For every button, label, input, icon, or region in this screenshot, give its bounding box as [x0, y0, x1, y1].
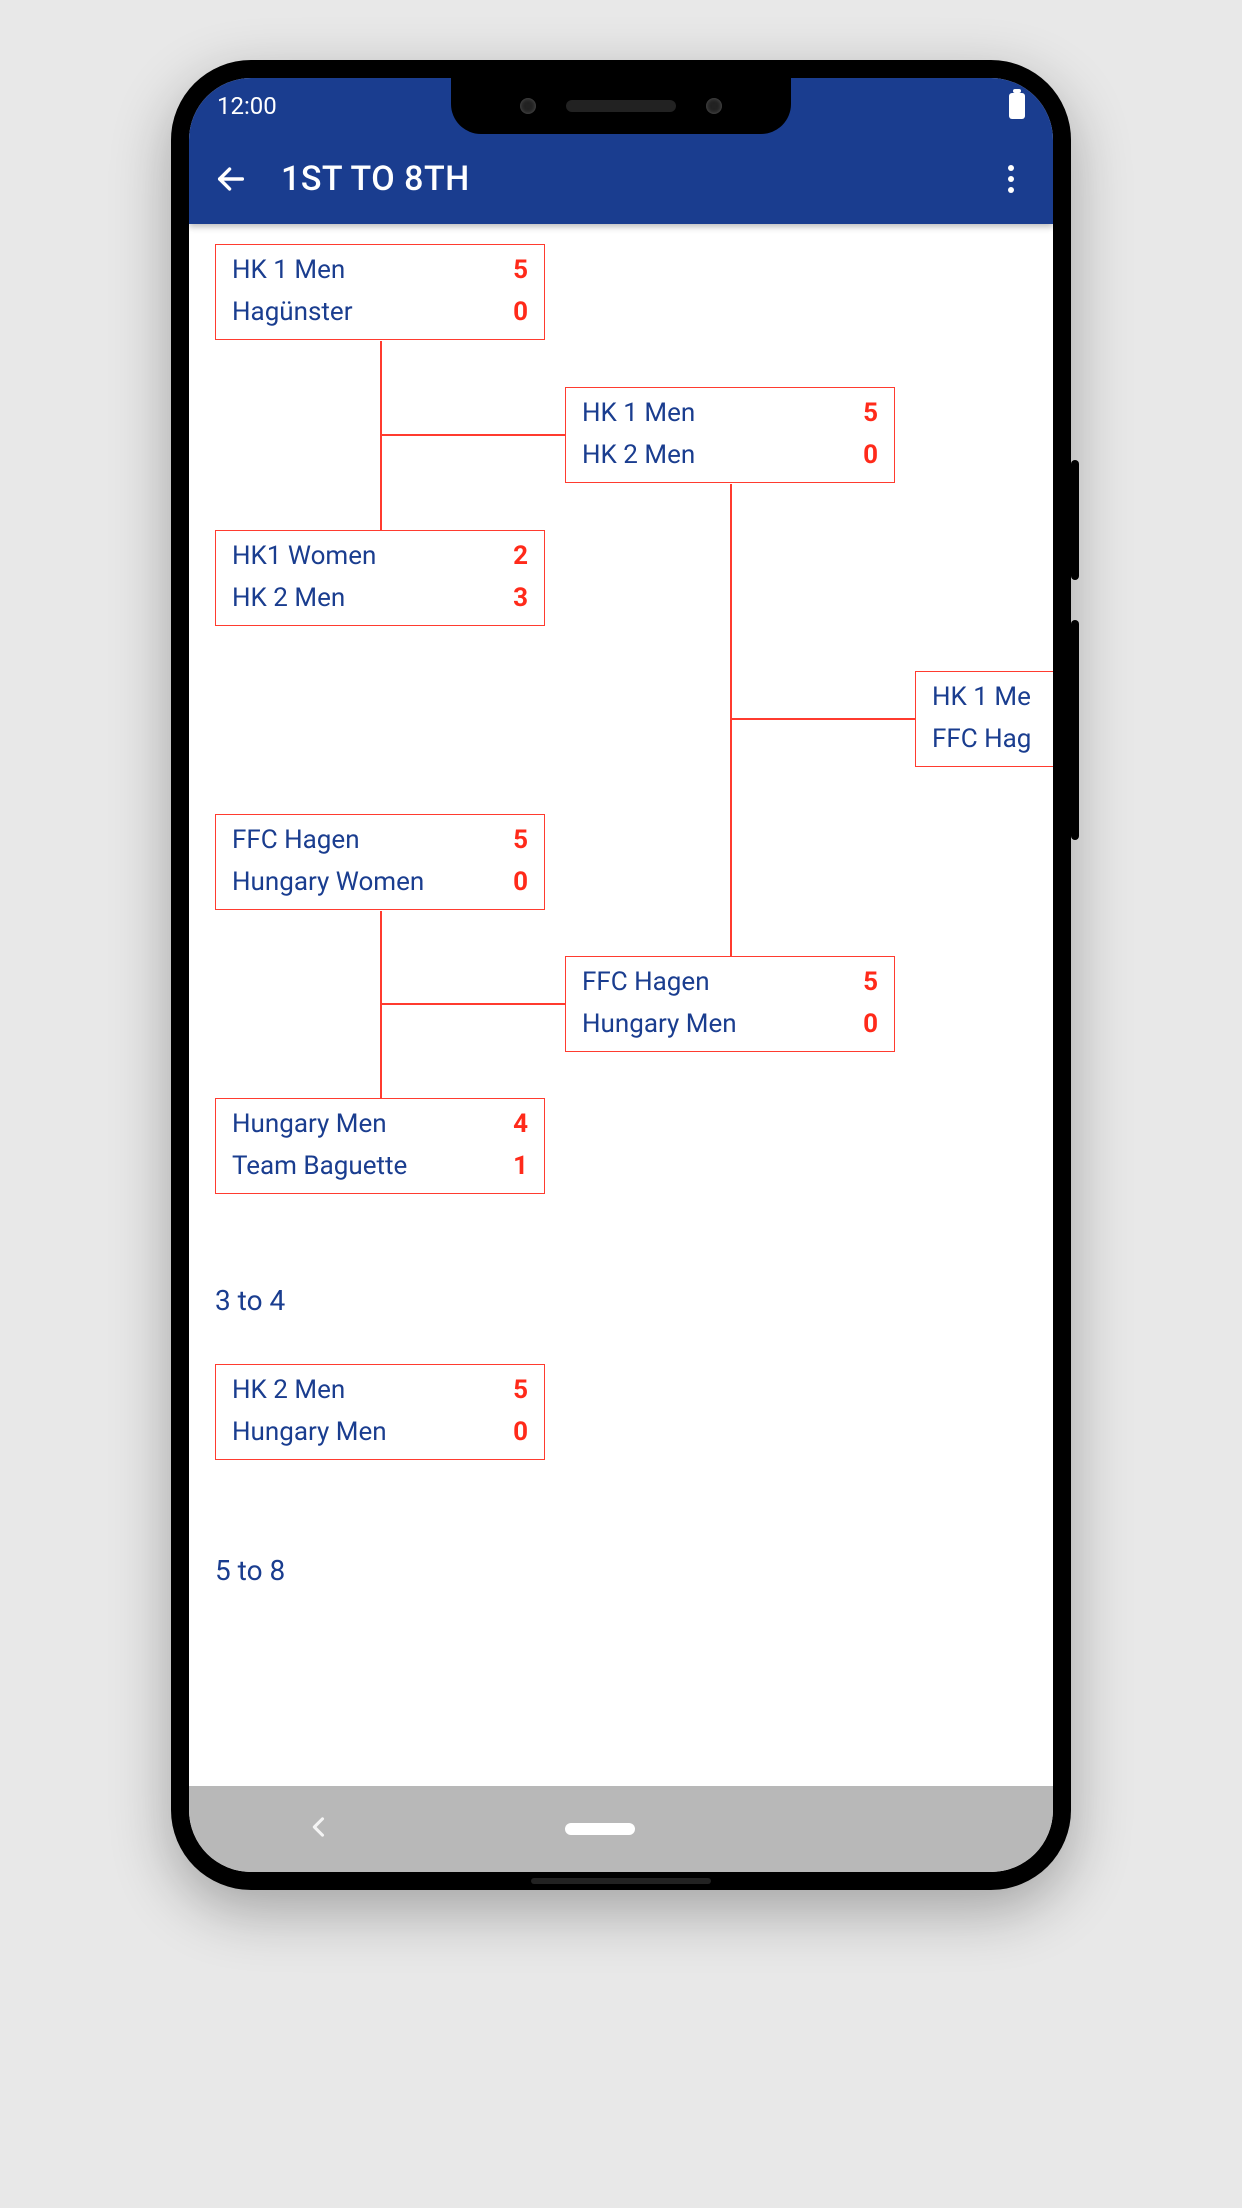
team-name: HK 1 Men [232, 255, 345, 285]
section-label-5to8: 5 to 8 [215, 1554, 285, 1587]
score: 5 [513, 255, 528, 285]
score: 0 [513, 297, 528, 327]
team-name: Hungary Women [232, 867, 424, 897]
score: 5 [863, 967, 878, 997]
bracket-connector [730, 718, 915, 720]
score: 3 [513, 583, 528, 613]
match-qf3[interactable]: FFC Hagen 5 Hungary Women 0 [215, 814, 545, 910]
arrow-left-icon [214, 162, 248, 196]
team-name: FFC Hagen [232, 825, 360, 855]
team-name: Team Baguette [232, 1151, 407, 1181]
match-final[interactable]: HK 1 Me FFC Hag [915, 671, 1053, 767]
camera-dot [520, 98, 536, 114]
team-name: HK 2 Men [582, 440, 695, 470]
team-name: Hungary Men [232, 1417, 387, 1447]
team-name: HK 2 Men [232, 1375, 345, 1405]
bracket-connector [380, 436, 382, 530]
page-title: 1ST TO 8TH [281, 159, 470, 199]
side-button [1071, 620, 1079, 840]
team-name: FFC Hag [932, 724, 1031, 754]
match-qf1[interactable]: HK 1 Men 5 Hagünster 0 [215, 244, 545, 340]
side-button [1071, 460, 1079, 580]
match-3rd-place[interactable]: HK 2 Men 5 Hungary Men 0 [215, 1364, 545, 1460]
bracket-connector [380, 1003, 565, 1005]
score: 0 [863, 440, 878, 470]
app-bar: 1ST TO 8TH [189, 134, 1053, 224]
team-name: HK1 Women [232, 541, 376, 571]
display-notch [451, 78, 791, 134]
bracket-scroll[interactable]: HK 1 Men 5 Hagünster 0 HK1 Women 2 HK 2 Men… [189, 224, 1053, 1786]
screen: 12:00 1ST TO 8TH HK 1 Men 5 Hagünster 0 [189, 78, 1053, 1872]
back-button[interactable] [209, 157, 253, 201]
bracket-connector [730, 720, 732, 956]
match-qf2[interactable]: HK1 Women 2 HK 2 Men 3 [215, 530, 545, 626]
score: 1 [513, 1151, 528, 1181]
bracket-area: HK 1 Men 5 Hagünster 0 HK1 Women 2 HK 2 Men… [189, 224, 1053, 1786]
nav-home-pill[interactable] [565, 1823, 635, 1835]
score: 5 [513, 825, 528, 855]
bracket-connector [380, 341, 382, 436]
match-sf1[interactable]: HK 1 Men 5 HK 2 Men 0 [565, 387, 895, 483]
system-nav-bar [189, 1786, 1053, 1872]
more-vert-icon [1008, 165, 1014, 193]
camera-dot [706, 98, 722, 114]
score: 5 [513, 1375, 528, 1405]
speaker-grille [566, 100, 676, 112]
bracket-connector [730, 484, 732, 719]
status-time: 12:00 [217, 92, 277, 120]
team-name: FFC Hagen [582, 967, 710, 997]
team-name: HK 2 Men [232, 583, 345, 613]
chevron-left-icon [305, 1813, 333, 1841]
nav-back-button[interactable] [305, 1813, 333, 1845]
match-sf2[interactable]: FFC Hagen 5 Hungary Men 0 [565, 956, 895, 1052]
score: 2 [513, 541, 528, 571]
score: 0 [863, 1009, 878, 1039]
bracket-connector [380, 434, 565, 436]
bracket-connector [380, 911, 382, 1004]
match-qf4[interactable]: Hungary Men 4 Team Baguette 1 [215, 1098, 545, 1194]
score: 4 [513, 1109, 528, 1139]
bracket-connector [380, 1005, 382, 1098]
phone-frame: 12:00 1ST TO 8TH HK 1 Men 5 Hagünster 0 [171, 60, 1071, 1890]
overflow-menu-button[interactable] [989, 157, 1033, 201]
team-name: Hagünster [232, 297, 353, 327]
team-name: HK 1 Me [932, 682, 1031, 712]
score: 0 [513, 1417, 528, 1447]
score: 0 [513, 867, 528, 897]
team-name: Hungary Men [582, 1009, 737, 1039]
score: 5 [863, 398, 878, 428]
team-name: HK 1 Men [582, 398, 695, 428]
battery-icon [1009, 93, 1025, 119]
team-name: Hungary Men [232, 1109, 387, 1139]
section-label-3to4: 3 to 4 [215, 1284, 285, 1317]
